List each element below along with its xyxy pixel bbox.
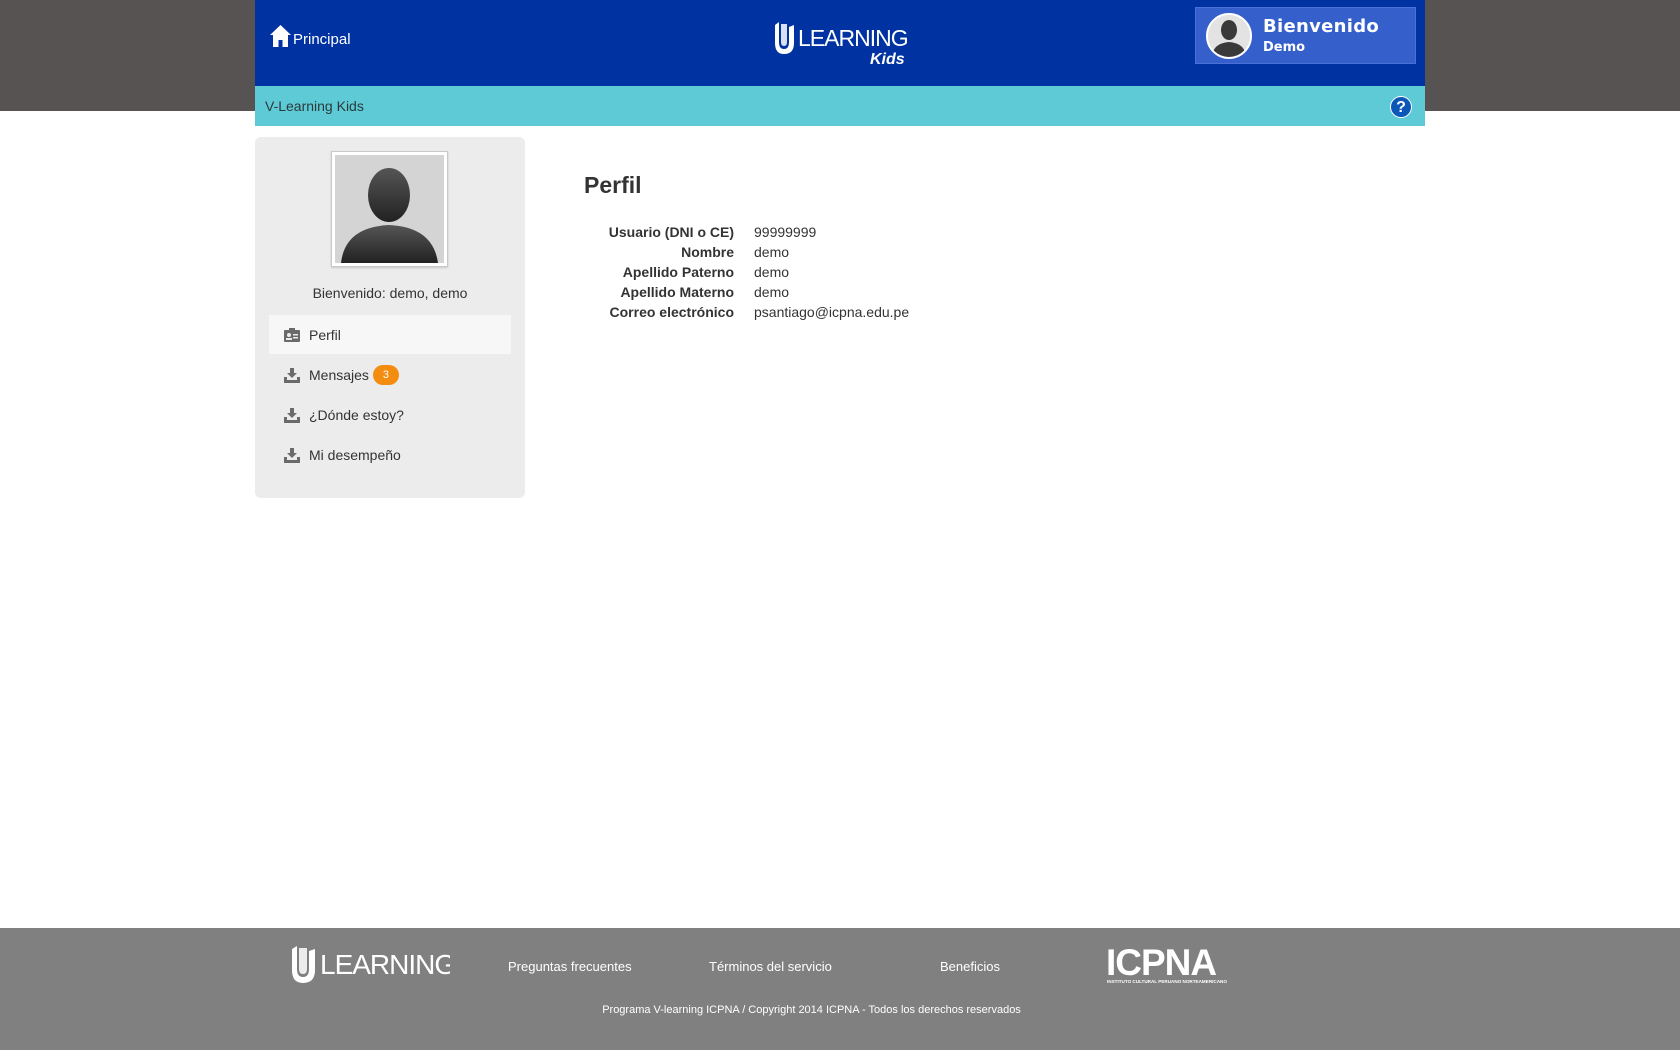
profile-photo [331, 151, 448, 267]
field-label: Usuario (DNI o CE) [608, 224, 734, 240]
footer-logo-text: LEARNING [320, 949, 450, 980]
sidebar-greeting: Bienvenido: demo, demo [312, 285, 468, 301]
icpna-logo-subtext: INSTITUTO CULTURAL PERUANO NORTEAMERICAN… [1107, 979, 1227, 984]
field-label: Apellido Paterno [622, 264, 734, 280]
sidebar: Bienvenido: demo, demo Perfil Mensajes 3 [255, 137, 525, 498]
copyright-text: Programa V-learning ICPNA / Copyright 20… [602, 1004, 1021, 1016]
main-content: Perfil Usuario (DNI o CE) 99999999 Nombr… [584, 172, 909, 320]
section-bar: V-Learning Kids ? [255, 86, 1425, 126]
field-label: Correo electrónico [609, 304, 734, 320]
logo-text: LEARNING [798, 25, 908, 51]
profile-details: Usuario (DNI o CE) 99999999 Nombre demo … [584, 222, 1144, 322]
field-label: Nombre [681, 244, 734, 260]
sidebar-item-mi-desempeno[interactable]: Mi desempeño [269, 435, 511, 474]
vlearning-footer-logo: LEARNING [292, 946, 450, 983]
user-welcome-box[interactable]: Bienvenido Demo [1195, 7, 1416, 64]
download-tray-icon [284, 367, 300, 383]
section-title: V-Learning Kids [265, 98, 364, 114]
home-link[interactable]: Principal [269, 24, 351, 48]
detail-row: Apellido Materno demo [584, 282, 1144, 302]
detail-row: Apellido Paterno demo [584, 262, 1144, 282]
sidebar-item-label: ¿Dónde estoy? [309, 406, 404, 423]
sidebar-item-label: Mi desempeño [309, 446, 401, 463]
user-silhouette-icon [335, 155, 444, 263]
field-value: 99999999 [754, 224, 817, 240]
home-label: Principal [293, 31, 351, 48]
sidebar-item-donde-estoy[interactable]: ¿Dónde estoy? [269, 395, 511, 434]
sidebar-menu: Perfil Mensajes 3 ¿Dónde estoy? Mi desem… [269, 315, 511, 474]
welcome-user-name: Demo [1263, 40, 1306, 55]
site-header: Principal LEARNING Kids Bienvenido Demo [255, 0, 1425, 86]
sidebar-item-label: Perfil [309, 326, 341, 343]
field-label: Apellido Materno [620, 284, 734, 300]
unread-count-badge: 3 [372, 364, 399, 385]
footer-link-terms[interactable]: Términos del servicio [709, 959, 832, 974]
sidebar-item-label: Mensajes [309, 366, 369, 383]
detail-row: Nombre demo [584, 242, 1144, 262]
site-footer: LEARNING Preguntas frecuentes Términos d… [0, 928, 1680, 1050]
field-value: psantiago@icpna.edu.pe [754, 304, 910, 320]
avatar [1206, 13, 1252, 59]
logo-subtext: Kids [870, 51, 905, 66]
detail-row: Usuario (DNI o CE) 99999999 [584, 222, 1144, 242]
sidebar-item-perfil[interactable]: Perfil [269, 315, 511, 354]
welcome-title: Bienvenido [1263, 16, 1380, 37]
profile-card-icon [284, 327, 300, 342]
footer-link-faq[interactable]: Preguntas frecuentes [508, 959, 632, 974]
vlearning-kids-logo: LEARNING Kids [775, 22, 908, 66]
footer-link-benefits[interactable]: Beneficios [940, 959, 1000, 974]
home-icon [270, 25, 291, 47]
icpna-logo: ICPNA INSTITUTO CULTURAL PERUANO NORTEAM… [1106, 945, 1227, 984]
field-value: demo [754, 284, 790, 300]
help-icon[interactable]: ? [1390, 96, 1412, 118]
user-silhouette-icon [1208, 15, 1250, 57]
download-tray-icon [284, 407, 300, 423]
field-value: demo [754, 244, 790, 260]
download-tray-icon [284, 447, 300, 463]
detail-row: Correo electrónico psantiago@icpna.edu.p… [584, 302, 1144, 322]
sidebar-item-mensajes[interactable]: Mensajes 3 [269, 355, 511, 394]
field-value: demo [754, 264, 790, 280]
page-title: Perfil [584, 172, 642, 198]
icpna-logo-text: ICPNA [1106, 945, 1216, 983]
